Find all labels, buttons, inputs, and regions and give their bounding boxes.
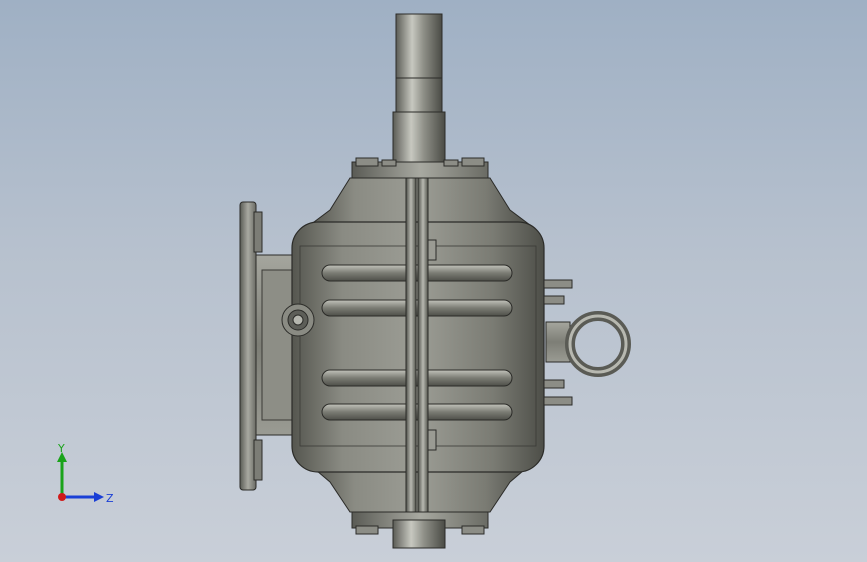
gearbox-model[interactable] <box>0 0 867 562</box>
graphics-viewport[interactable]: Y Z <box>0 0 867 562</box>
lifting-eye-bolt[interactable] <box>545 311 631 377</box>
oil-plug[interactable] <box>281 303 315 337</box>
orientation-triad: Y Z <box>57 442 114 505</box>
output-shaft[interactable] <box>392 13 446 165</box>
z-axis-arrow <box>94 492 104 502</box>
bottom-bearing-cap[interactable] <box>351 511 489 549</box>
z-axis-label: Z <box>106 492 114 505</box>
y-axis-label: Y <box>57 442 65 455</box>
input-flange[interactable] <box>239 201 297 491</box>
x-axis-dot <box>58 493 66 501</box>
